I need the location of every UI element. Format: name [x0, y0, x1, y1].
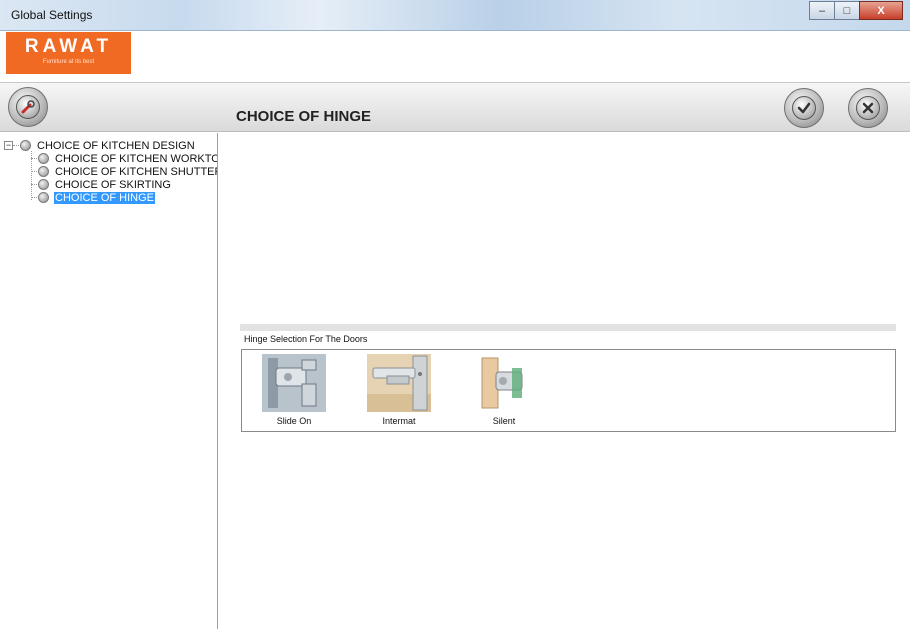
logo-bar: RAWAT Furniture at its best: [0, 32, 910, 82]
slide-on-hinge-icon: [262, 354, 326, 412]
title-bar: Global Settings – □ X: [0, 0, 910, 31]
minimize-button[interactable]: –: [809, 1, 835, 20]
hinge-option-intermat[interactable]: Intermat: [364, 354, 434, 428]
window-title: Global Settings: [11, 8, 93, 22]
window-controls: – □ X: [809, 1, 903, 20]
page-title: CHOICE OF HINGE: [236, 108, 372, 125]
logo-tagline: Furniture at its best: [42, 59, 95, 65]
node-bullet-icon: [38, 179, 49, 190]
close-button[interactable]: X: [859, 1, 903, 20]
global-settings-window: Global Settings – □ X RAWAT Furniture at…: [0, 0, 910, 629]
tree-item-kitchen-shutter[interactable]: CHOICE OF KITCHEN SHUTTER D: [38, 165, 218, 178]
intermat-hinge-icon: [367, 354, 431, 412]
hinge-option-silent[interactable]: Silent: [469, 354, 539, 428]
tree-collapse-toggle[interactable]: −: [4, 141, 13, 150]
tree-item-kitchen-design[interactable]: CHOICE OF KITCHEN DESIGN: [20, 139, 196, 152]
cancel-button[interactable]: [848, 88, 888, 128]
hinge-options-panel: Slide On Intermat Silent: [241, 349, 896, 432]
tools-button[interactable]: [8, 87, 48, 127]
x-icon: [856, 96, 880, 120]
tree-item-label: CHOICE OF SKIRTING: [55, 178, 171, 191]
ok-button[interactable]: [784, 88, 824, 128]
hinge-option-slide-on[interactable]: Slide On: [259, 354, 329, 428]
node-bullet-icon: [38, 153, 49, 164]
rawat-logo: RAWAT Furniture at its best: [6, 32, 131, 74]
settings-tree: − CHOICE OF KITCHEN DESIGN CHOICE OF KIT…: [0, 133, 218, 629]
node-bullet-icon: [20, 140, 31, 151]
node-bullet-icon: [38, 166, 49, 177]
tree-item-hinge[interactable]: CHOICE OF HINGE: [38, 191, 156, 204]
tree-item-skirting[interactable]: CHOICE OF SKIRTING: [38, 178, 172, 191]
logo-brand: RAWAT: [24, 36, 113, 57]
node-bullet-icon: [38, 192, 49, 203]
tree-item-label: CHOICE OF HINGE: [54, 191, 156, 204]
tools-icon: [16, 95, 40, 119]
hinge-caption: Slide On: [276, 416, 312, 426]
hinge-caption: Intermat: [382, 416, 416, 426]
check-icon: [792, 96, 816, 120]
tree-item-label: CHOICE OF KITCHEN DESIGN: [37, 139, 195, 152]
tree-item-label: CHOICE OF KITCHEN SHUTTER D: [55, 165, 218, 178]
header-bar: CHOICE OF HINGE: [0, 82, 910, 132]
tree-item-kitchen-worktop[interactable]: CHOICE OF KITCHEN WORKTOP: [38, 152, 218, 165]
hinge-selection-label: Hinge Selection For The Doors: [244, 334, 368, 344]
silent-hinge-icon: [472, 354, 536, 412]
maximize-button[interactable]: □: [834, 1, 860, 20]
tree-item-label: CHOICE OF KITCHEN WORKTOP: [55, 152, 218, 165]
hinge-caption: Silent: [492, 416, 516, 426]
section-divider: [240, 324, 896, 331]
